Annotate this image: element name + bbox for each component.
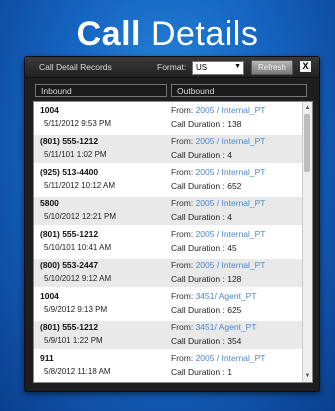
from-field: From: 2005 / Internal_PT xyxy=(171,136,266,146)
call-duration: Call Duration : 354 xyxy=(171,336,242,346)
from-prefix: From: xyxy=(171,322,196,332)
call-record-list[interactable]: 1004 From: 2005 / Internal_PT 5/11/2012 9:… xyxy=(33,101,313,383)
call-duration: Call Duration : 625 xyxy=(171,305,242,315)
phone-number: (801) 555-1212 xyxy=(40,322,99,332)
scrollbar[interactable]: ▲ ▼ xyxy=(302,102,312,382)
call-duration: Call Duration : 4 xyxy=(171,212,232,222)
from-prefix: From: xyxy=(171,260,196,270)
call-timestamp: 5/11/2012 9:53 PM xyxy=(44,119,112,128)
call-detail-panel: Call Detail Records Format: US ▼ Refresh… xyxy=(24,56,320,392)
scrollbar-thumb[interactable] xyxy=(304,114,310,172)
phone-number: 1004 xyxy=(40,291,59,301)
call-timestamp: 5/11/101 1:02 PM xyxy=(44,150,107,159)
call-timestamp: 5/9/2012 9:13 PM xyxy=(44,305,108,314)
from-prefix: From: xyxy=(171,353,196,363)
tab-inbound[interactable]: Inbound xyxy=(35,84,167,97)
phone-number: 1004 xyxy=(40,105,59,115)
from-field: From: 2005 / Internal_PT xyxy=(171,353,266,363)
from-link[interactable]: 2005 / Internal_PT xyxy=(196,198,266,208)
call-timestamp: 5/10/101 10:41 AM xyxy=(44,243,112,252)
from-link[interactable]: 2005 / Internal_PT xyxy=(196,105,266,115)
phone-number: 5800 xyxy=(40,198,59,208)
call-duration: Call Duration : 45 xyxy=(171,243,237,253)
page-title: Call Details xyxy=(0,14,335,54)
phone-number: (925) 513-4400 xyxy=(40,167,99,177)
close-icon[interactable]: X xyxy=(300,61,311,72)
from-field: From: 2005 / Internal_PT xyxy=(171,198,266,208)
call-timestamp: 5/10/2012 9:12 AM xyxy=(44,274,112,283)
from-link[interactable]: 2005 / Internal_PT xyxy=(196,136,266,146)
list-item[interactable]: 5800 From: 2005 / Internal_PT 5/10/2012 12… xyxy=(34,197,303,225)
phone-number: 911 xyxy=(40,353,54,363)
call-timestamp: 5/8/2012 11:18 AM xyxy=(44,367,111,376)
from-link[interactable]: 2005 / Internal_PT xyxy=(196,260,266,270)
from-prefix: From: xyxy=(171,291,196,301)
list-item[interactable]: (801) 555-1212 From: 3451/ Agent_PT 5/9/10… xyxy=(34,321,303,349)
list-item[interactable]: 1004 From: 3451/ Agent_PT 5/9/2012 9:13 PM… xyxy=(34,290,303,318)
tab-bar: Inbound Outbound xyxy=(35,84,309,98)
list-item[interactable]: (800) 553-2447 From: 2005 / Internal_PT 5/… xyxy=(34,259,303,287)
list-item[interactable]: 911 From: 2005 / Internal_PT 5/8/2012 11:1… xyxy=(34,352,303,380)
call-duration: Call Duration : 652 xyxy=(171,181,242,191)
call-duration: Call Duration : 128 xyxy=(171,274,242,284)
format-select[interactable]: US ▼ xyxy=(192,61,244,75)
call-timestamp: 5/9/101 1:22 PM xyxy=(44,336,103,345)
list-item[interactable]: (801) 555-1212 From: 2005 / Internal_PT 5/… xyxy=(34,228,303,256)
title-bold: Call xyxy=(76,15,141,53)
triangle-up-icon[interactable]: ▲ xyxy=(304,104,311,112)
format-label: Format: xyxy=(157,62,187,72)
format-value: US xyxy=(196,63,208,72)
call-duration: Call Duration : 1 xyxy=(171,367,232,377)
list-item[interactable]: 1004 From: 2005 / Internal_PT 5/11/2012 9:… xyxy=(34,104,303,132)
phone-number: (801) 555-1212 xyxy=(40,136,99,146)
phone-number: (801) 555-1212 xyxy=(40,229,99,239)
from-field: From: 2005 / Internal_PT xyxy=(171,105,266,115)
call-timestamp: 5/11/2012 10:12 AM xyxy=(44,181,116,190)
call-duration: Call Duration : 138 xyxy=(171,119,242,129)
call-timestamp: 5/10/2012 12:21 PM xyxy=(44,212,117,221)
panel-title: Call Detail Records xyxy=(39,62,112,72)
from-link[interactable]: 3451/ Agent_PT xyxy=(196,322,257,332)
from-prefix: From: xyxy=(171,229,196,239)
chevron-down-icon: ▼ xyxy=(234,63,241,70)
phone-number: (800) 553-2447 xyxy=(40,260,99,270)
panel-header: Call Detail Records Format: US ▼ Refresh… xyxy=(25,57,319,78)
from-field: From: 3451/ Agent_PT xyxy=(171,291,257,301)
from-prefix: From: xyxy=(171,167,196,177)
from-prefix: From: xyxy=(171,105,196,115)
from-link[interactable]: 2005 / Internal_PT xyxy=(196,353,266,363)
from-field: From: 3451/ Agent_PT xyxy=(171,322,257,332)
title-light: Details xyxy=(150,15,259,53)
refresh-button[interactable]: Refresh xyxy=(251,60,293,75)
call-duration: Call Duration : 4 xyxy=(171,150,232,160)
from-prefix: From: xyxy=(171,136,196,146)
from-prefix: From: xyxy=(171,198,196,208)
from-link[interactable]: 2005 / Internal_PT xyxy=(196,229,266,239)
list-item[interactable]: (925) 513-4400 From: 2005 / Internal_PT 5/… xyxy=(34,166,303,194)
from-link[interactable]: 2005 / Internal_PT xyxy=(196,167,266,177)
from-field: From: 2005 / Internal_PT xyxy=(171,167,266,177)
tab-outbound[interactable]: Outbound xyxy=(171,84,307,97)
triangle-down-icon[interactable]: ▼ xyxy=(304,372,311,380)
from-field: From: 2005 / Internal_PT xyxy=(171,229,266,239)
from-link[interactable]: 3451/ Agent_PT xyxy=(196,291,257,301)
from-field: From: 2005 / Internal_PT xyxy=(171,260,266,270)
list-item[interactable]: (801) 555-1212 From: 2005 / Internal_PT 5/… xyxy=(34,135,303,163)
